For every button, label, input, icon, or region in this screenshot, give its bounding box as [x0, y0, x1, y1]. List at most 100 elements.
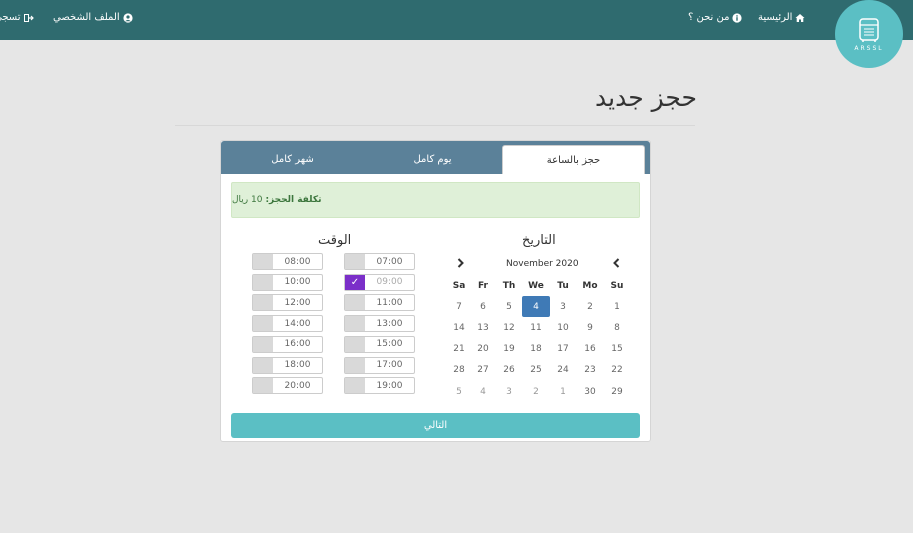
top-navbar: الرئيسية من نحن ؟ الملف الشخصي تسجي: [0, 0, 913, 40]
time-slot-label: 14:00: [284, 318, 311, 329]
calendar-weekday: Fr: [477, 281, 488, 291]
calendar-day[interactable]: 17: [551, 340, 575, 358]
calendar-day[interactable]: 7: [447, 298, 471, 316]
nav-logout-link[interactable]: تسجي: [0, 12, 34, 23]
calendar-day[interactable]: 3: [497, 383, 521, 401]
time-slot-checkbox[interactable]: [253, 336, 273, 352]
time-slot[interactable]: ✓ 09:00: [344, 273, 415, 291]
checkmark-icon: ✓: [350, 276, 360, 288]
calendar-day[interactable]: 3: [551, 298, 575, 316]
time-slot[interactable]: 18:00: [252, 356, 323, 374]
date-section-title: التاريخ: [522, 233, 556, 248]
time-slot[interactable]: 10:00: [252, 273, 323, 291]
time-slot-checkbox[interactable]: [253, 274, 273, 290]
calendar-day[interactable]: 4: [471, 383, 495, 401]
tab-full-day[interactable]: يوم كامل: [361, 145, 504, 174]
time-slot-label: 19:00: [376, 380, 403, 391]
calendar-day-selected[interactable]: 4: [522, 296, 550, 317]
time-slot-label: 17:00: [376, 360, 403, 370]
calendar-day[interactable]: 30: [578, 383, 602, 401]
nav-logout-label: تسجي: [0, 12, 21, 23]
time-slot-checkbox[interactable]: [345, 254, 365, 269]
calendar-day[interactable]: 2: [524, 383, 548, 401]
calendar-day[interactable]: 29: [605, 383, 629, 401]
calendar-day[interactable]: 20: [471, 340, 495, 358]
booking-card: حجز بالساعة يوم كامل شهر كامل تكلفة الحج…: [220, 140, 651, 442]
time-slot-checkbox[interactable]: [253, 378, 273, 394]
time-slot-label: 15:00: [376, 339, 403, 350]
calendar-day[interactable]: 16: [578, 340, 602, 358]
time-slot-checkbox[interactable]: [345, 316, 365, 332]
time-slot-label: 11:00: [376, 297, 403, 308]
time-slot-label: 09:00: [376, 277, 403, 288]
time-slot-checkbox[interactable]: [253, 316, 273, 332]
time-slot-checkbox[interactable]: [253, 295, 273, 311]
time-slot-label: 12:00: [284, 297, 311, 308]
time-slot[interactable]: 16:00: [252, 335, 323, 353]
calendar-day[interactable]: 19: [497, 340, 521, 358]
site-logo[interactable]: ARSSL: [835, 0, 903, 68]
calendar-day[interactable]: 24: [551, 361, 575, 379]
calendar-day[interactable]: 12: [497, 319, 521, 337]
time-slot[interactable]: 17:00: [344, 356, 415, 374]
calendar-day[interactable]: 23: [578, 361, 602, 379]
time-slot-checkbox[interactable]: [345, 357, 365, 373]
calendar-prev-button[interactable]: [612, 257, 621, 271]
cost-label: تكلفة الحجز:: [265, 195, 322, 205]
calendar-month-label: November 2020: [506, 259, 579, 269]
calendar-day[interactable]: 5: [497, 298, 521, 316]
calendar-day[interactable]: 15: [605, 340, 629, 358]
time-slot-checkbox[interactable]: [345, 295, 365, 311]
tab-full-month[interactable]: شهر كامل: [221, 145, 364, 174]
time-slot-checkbox-checked[interactable]: ✓: [345, 274, 365, 290]
sign-out-icon: [23, 13, 34, 23]
time-slot-label: 16:00: [284, 339, 311, 350]
logo-building-icon: [859, 17, 879, 42]
calendar-weekday: Tu: [557, 281, 569, 291]
calendar-day[interactable]: 2: [578, 298, 602, 316]
chevron-left-icon: [613, 258, 620, 268]
nav-home-link[interactable]: الرئيسية: [758, 12, 805, 23]
time-slot-label: 10:00: [284, 277, 311, 288]
calendar-day[interactable]: 6: [471, 298, 495, 316]
time-slot[interactable]: 12:00: [252, 294, 323, 312]
calendar-day[interactable]: 8: [605, 319, 629, 337]
calendar-day[interactable]: 9: [578, 319, 602, 337]
calendar-day[interactable]: 25: [524, 361, 548, 379]
time-slot[interactable]: 14:00: [252, 315, 323, 333]
time-slot[interactable]: 19:00: [344, 377, 415, 395]
page-title: حجز جديد: [595, 83, 697, 112]
time-slot[interactable]: 07:00: [344, 253, 415, 270]
calendar-next-button[interactable]: [456, 257, 465, 271]
calendar-day[interactable]: 11: [524, 319, 548, 337]
time-slot[interactable]: 11:00: [344, 294, 415, 312]
time-slot-checkbox[interactable]: [253, 357, 273, 373]
calendar-day[interactable]: 14: [447, 319, 471, 337]
calendar-day[interactable]: 28: [447, 361, 471, 379]
nav-about-link[interactable]: من نحن ؟: [688, 12, 743, 23]
calendar-day[interactable]: 10: [551, 319, 575, 337]
time-slot[interactable]: 13:00: [344, 315, 415, 333]
calendar-day[interactable]: 1: [605, 298, 629, 316]
time-slot[interactable]: 08:00: [252, 253, 323, 270]
next-button[interactable]: التالي: [231, 413, 640, 438]
time-slot[interactable]: 15:00: [344, 335, 415, 353]
calendar-day[interactable]: 13: [471, 319, 495, 337]
nav-profile-link[interactable]: الملف الشخصي: [53, 12, 133, 23]
calendar-weekday: Sa: [452, 281, 466, 291]
time-slot[interactable]: 20:00: [252, 377, 323, 395]
calendar-day[interactable]: 5: [447, 383, 471, 401]
calendar-day[interactable]: 22: [605, 361, 629, 379]
calendar-day[interactable]: 27: [471, 361, 495, 379]
time-slot-checkbox[interactable]: [345, 336, 365, 352]
calendar-day[interactable]: 26: [497, 361, 521, 379]
nav-home-label: الرئيسية: [758, 12, 793, 23]
tab-hourly[interactable]: حجز بالساعة: [502, 145, 645, 174]
calendar-day[interactable]: 18: [524, 340, 548, 358]
time-slot-checkbox[interactable]: [345, 378, 365, 394]
time-slot-checkbox[interactable]: [253, 254, 273, 269]
calendar-day[interactable]: 21: [447, 340, 471, 358]
time-slot-label: 07:00: [376, 256, 403, 267]
time-slot-label: 08:00: [284, 256, 311, 267]
calendar-day[interactable]: 1: [551, 383, 575, 401]
